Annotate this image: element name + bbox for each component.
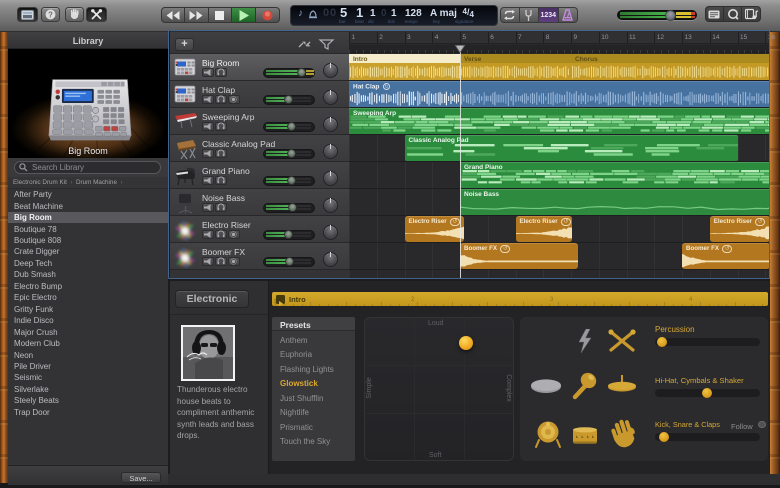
- svg-text:?: ?: [48, 10, 53, 19]
